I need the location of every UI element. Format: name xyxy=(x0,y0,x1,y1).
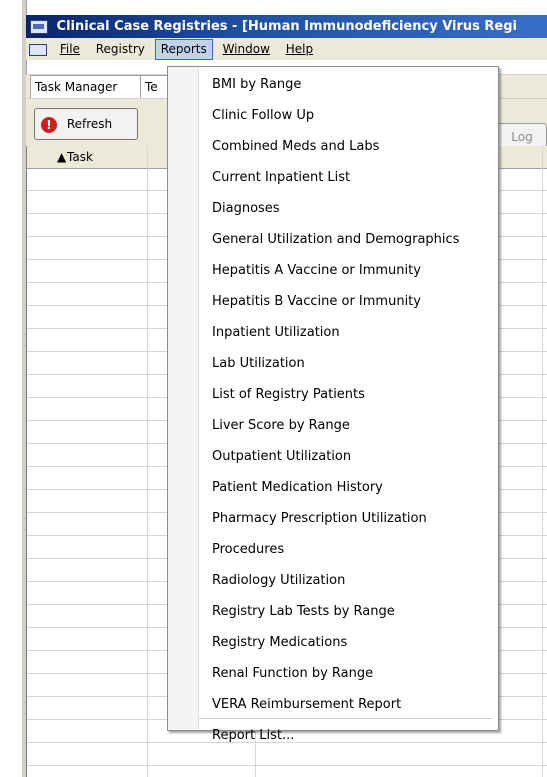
app-mini-icon xyxy=(29,43,47,56)
log-button-label: Log xyxy=(511,130,533,144)
menu-reports-label: Reports xyxy=(160,42,207,56)
report-list[interactable]: Report List... xyxy=(212,725,294,747)
menu-window-label: Window xyxy=(222,42,270,56)
reports-dropdown-menu: BMI by Range Clinic Follow Up Combined M… xyxy=(167,66,499,743)
report-vera-reimbursement-report[interactable]: VERA Reimbursement Report xyxy=(212,694,401,716)
menu-registry[interactable]: Registry xyxy=(90,39,151,59)
grid-vline-3 xyxy=(542,146,543,777)
report-current-inpatient-list[interactable]: Current Inpatient List xyxy=(212,167,350,189)
report-procedures[interactable]: Procedures xyxy=(212,539,284,561)
menu-file-label: File xyxy=(59,42,80,56)
report-combined-meds-and-labs[interactable]: Combined Meds and Labs xyxy=(212,136,379,158)
report-hepatitis-a[interactable]: Hepatitis A Vaccine or Immunity xyxy=(212,260,421,282)
menu-reports[interactable]: Reports xyxy=(154,39,213,60)
menu-separator xyxy=(198,718,492,719)
report-list-of-registry-patients[interactable]: List of Registry Patients xyxy=(212,384,365,406)
report-hepatitis-b[interactable]: Hepatitis B Vaccine or Immunity xyxy=(212,291,421,313)
report-general-utilization-demographics[interactable]: General Utilization and Demographics xyxy=(212,229,459,251)
report-liver-score-by-range[interactable]: Liver Score by Range xyxy=(212,415,350,437)
refresh-icon: ! xyxy=(41,116,57,133)
report-clinic-follow-up[interactable]: Clinic Follow Up xyxy=(212,105,314,127)
window-title: Clinical Case Registries - [Human Immuno… xyxy=(56,19,518,34)
tab-second-label: Te xyxy=(145,80,158,94)
window-titlebar[interactable]: Clinical Case Registries - [Human Immuno… xyxy=(26,15,547,38)
refresh-button[interactable]: ! Refresh xyxy=(34,108,138,140)
menu-window[interactable]: Window xyxy=(217,39,276,59)
column-task[interactable]: Task xyxy=(67,146,93,168)
refresh-button-label: Refresh xyxy=(66,117,113,131)
report-registry-medications[interactable]: Registry Medications xyxy=(212,632,347,654)
app-window: Clinical Case Registries - [Human Immuno… xyxy=(0,0,547,777)
menu-registry-label: Registry xyxy=(95,42,145,56)
menubar: File Registry Reports Window Help xyxy=(26,38,547,60)
grid-vline-1 xyxy=(147,146,148,777)
report-renal-function-by-range[interactable]: Renal Function by Range xyxy=(212,663,373,685)
report-outpatient-utilization[interactable]: Outpatient Utilization xyxy=(212,446,351,468)
app-icon xyxy=(30,19,48,34)
tab-task-manager-label: Task Manager xyxy=(35,80,118,94)
menu-help-label: Help xyxy=(285,42,314,56)
report-registry-lab-tests-by-range[interactable]: Registry Lab Tests by Range xyxy=(212,601,395,623)
sort-arrow-icon: ▲ xyxy=(57,150,67,164)
report-inpatient-utilization[interactable]: Inpatient Utilization xyxy=(212,322,340,344)
report-lab-utilization[interactable]: Lab Utilization xyxy=(212,353,305,375)
menu-help[interactable]: Help xyxy=(280,39,319,59)
report-diagnoses[interactable]: Diagnoses xyxy=(212,198,280,220)
report-pharmacy-prescription-utilization[interactable]: Pharmacy Prescription Utilization xyxy=(212,508,427,530)
report-patient-medication-history[interactable]: Patient Medication History xyxy=(212,477,383,499)
report-bmi-by-range[interactable]: BMI by Range xyxy=(212,74,301,96)
left-margin xyxy=(0,0,22,777)
menu-file[interactable]: File xyxy=(54,39,86,59)
tab-task-manager[interactable]: Task Manager xyxy=(30,75,144,98)
report-radiology-utilization[interactable]: Radiology Utilization xyxy=(212,570,345,592)
menu-gutter xyxy=(168,67,199,730)
